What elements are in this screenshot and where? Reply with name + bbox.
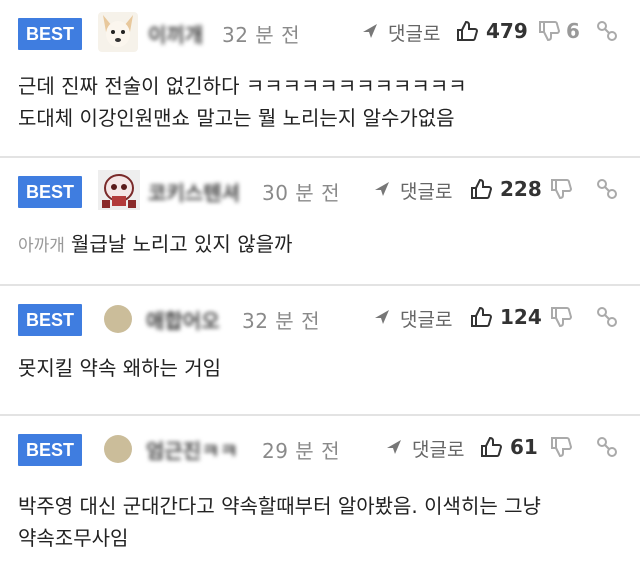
reply-button[interactable]: 댓글로 — [375, 177, 453, 204]
comment-item: BEST 코키스텐셔 30 분 전 댓글로 228 아까개 월급날 노리고 있지… — [0, 158, 640, 286]
thumbs-up-icon — [471, 306, 492, 327]
comment-body: 박주영 대신 군대간다고 약속할때부터 알아봤음. 이색히는 그냥 약속조무사임 — [18, 490, 626, 554]
timestamp: 32 분 전 — [242, 309, 320, 333]
reply-label: 댓글로 — [388, 23, 441, 45]
avatar[interactable] — [104, 435, 132, 463]
skull-avatar[interactable] — [98, 170, 140, 210]
reply-arrow-icon — [375, 310, 389, 324]
mention-tag[interactable]: 아까개 — [18, 236, 65, 256]
like-count: 479 — [486, 19, 528, 43]
reply-arrow-icon — [387, 440, 401, 454]
comment-item: BEST 애합어오 32 분 전 댓글로 124 못지킬 약속 왜하는 거임 — [0, 286, 640, 416]
thumbs-down-icon[interactable] — [550, 178, 573, 204]
reply-label: 댓글로 — [400, 181, 453, 203]
like-button[interactable]: 124 — [471, 305, 542, 329]
thumbs-up-icon — [481, 436, 502, 457]
comment-line: 못지킬 약속 왜하는 거임 — [18, 356, 222, 380]
dog-avatar[interactable] — [98, 12, 138, 52]
comment-line: 월급날 노리고 있지 않을까 — [70, 232, 293, 256]
best-badge: BEST — [18, 304, 82, 336]
comment-body: 못지킬 약속 왜하는 거임 — [18, 352, 626, 384]
link-share-icon[interactable] — [596, 306, 618, 332]
comment-line: 근데 진짜 전술이 없긴하다 ㅋㅋㅋㅋㅋㅋㅋㅋㅋㅋㅋㅋ — [18, 74, 467, 98]
reply-label: 댓글로 — [412, 439, 465, 461]
reply-label: 댓글로 — [400, 309, 453, 331]
comment-body: 근데 진짜 전술이 없긴하다 ㅋㅋㅋㅋㅋㅋㅋㅋㅋㅋㅋㅋ 도대체 이강인원맨쇼 말… — [18, 70, 626, 134]
comment-item: BEST 이끼개 32 분 전 댓글로 479 6 근데 진짜 전술이 없긴하다… — [0, 0, 640, 158]
comment-line: 약속조무사임 — [18, 526, 129, 550]
nickname[interactable]: 엄근진ㅋㅋ — [146, 435, 238, 464]
link-share-icon[interactable] — [596, 20, 618, 46]
like-count: 228 — [500, 177, 542, 201]
timestamp: 29 분 전 — [262, 439, 340, 463]
reply-arrow-icon — [363, 24, 377, 38]
comment-header: BEST 이끼개 32 분 전 댓글로 479 6 — [0, 12, 640, 52]
link-share-icon[interactable] — [596, 178, 618, 204]
best-badge: BEST — [18, 18, 82, 50]
reply-arrow-icon — [375, 182, 389, 196]
thumbs-down-icon[interactable] — [538, 20, 561, 46]
comment-line: 박주영 대신 군대간다고 약속할때부터 알아봤음. 이색히는 그냥 — [18, 494, 541, 518]
comment-body: 아까개 월급날 노리고 있지 않을까 — [18, 228, 626, 262]
like-button[interactable]: 61 — [481, 435, 538, 459]
comment-header: BEST 코키스텐셔 30 분 전 댓글로 228 — [0, 170, 640, 210]
like-count: 124 — [500, 305, 542, 329]
comment-header: BEST 엄근진ㅋㅋ 29 분 전 댓글로 61 — [0, 428, 640, 468]
best-badge: BEST — [18, 176, 82, 208]
link-share-icon[interactable] — [596, 436, 618, 462]
comment-item: BEST 엄근진ㅋㅋ 29 분 전 댓글로 61 박주영 대신 군대간다고 약속… — [0, 416, 640, 581]
comment-header: BEST 애합어오 32 분 전 댓글로 124 — [0, 298, 640, 338]
timestamp: 30 분 전 — [262, 181, 340, 205]
nickname[interactable]: 이끼개 — [148, 19, 203, 48]
like-count: 61 — [510, 435, 538, 459]
comment-line: 도대체 이강인원맨쇼 말고는 뭘 노리는지 알수가없음 — [18, 106, 455, 130]
reply-button[interactable]: 댓글로 — [375, 305, 453, 332]
like-button[interactable]: 228 — [471, 177, 542, 201]
dislike-count: 6 — [566, 19, 580, 43]
reply-button[interactable]: 댓글로 — [363, 19, 441, 46]
thumbs-up-icon — [457, 20, 478, 41]
nickname[interactable]: 애합어오 — [146, 305, 220, 334]
timestamp: 32 분 전 — [222, 23, 300, 47]
thumbs-down-icon[interactable] — [550, 436, 573, 462]
like-button[interactable]: 479 — [457, 19, 528, 43]
reply-button[interactable]: 댓글로 — [387, 435, 465, 462]
thumbs-down-icon[interactable] — [550, 306, 573, 332]
nickname[interactable]: 코키스텐셔 — [148, 177, 240, 206]
avatar[interactable] — [104, 305, 132, 333]
thumbs-up-icon — [471, 178, 492, 199]
best-badge: BEST — [18, 434, 82, 466]
